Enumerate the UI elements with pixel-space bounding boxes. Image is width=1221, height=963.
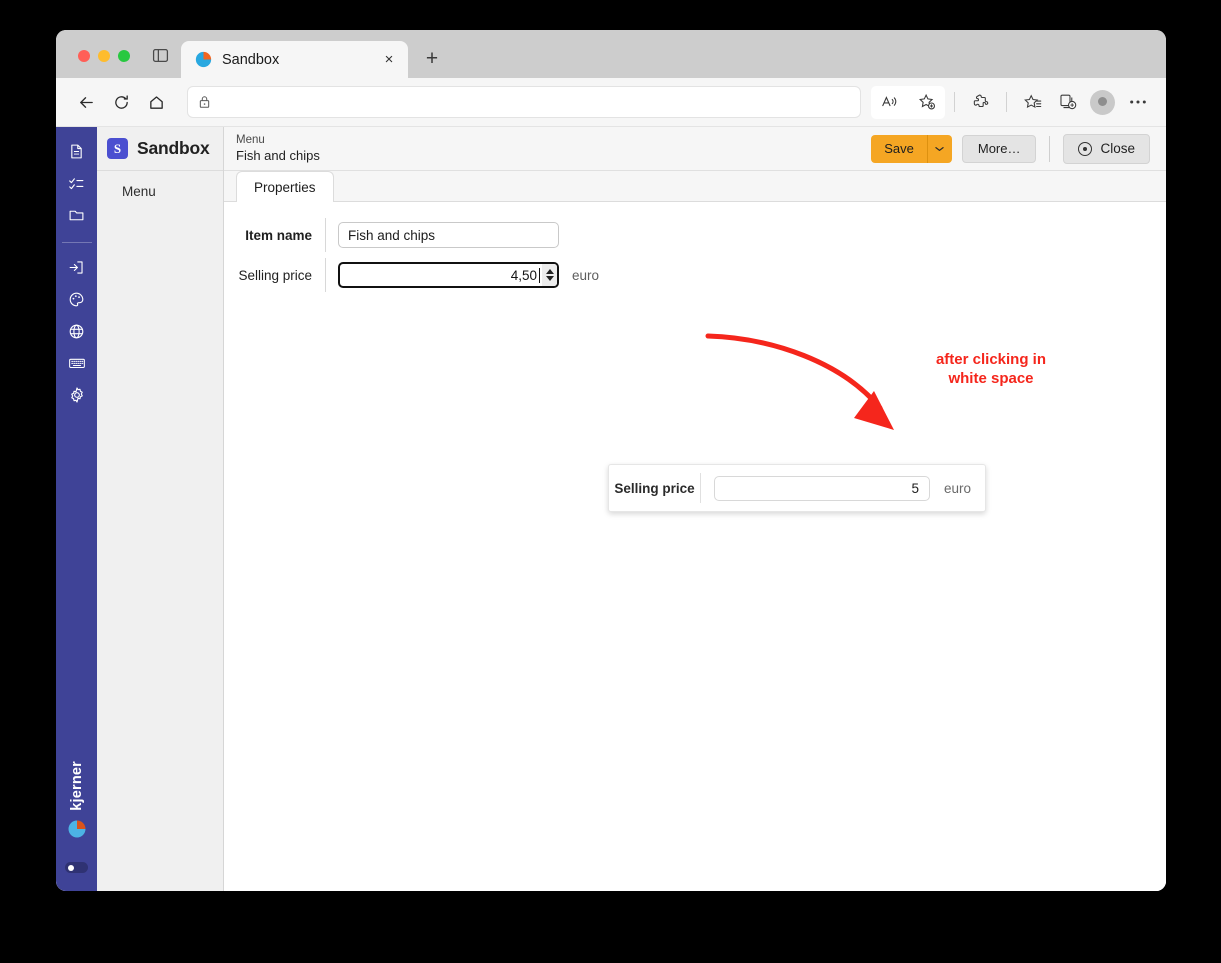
favorites-list-icon[interactable] bbox=[1016, 86, 1049, 119]
close-window-button[interactable] bbox=[78, 50, 90, 62]
breadcrumb-current: Fish and chips bbox=[236, 147, 320, 163]
extensions-icon[interactable] bbox=[964, 86, 997, 119]
close-button[interactable]: Close bbox=[1063, 133, 1150, 164]
close-button-label: Close bbox=[1100, 141, 1135, 156]
popup-value-input[interactable]: 5 bbox=[714, 475, 930, 501]
home-icon[interactable] bbox=[140, 86, 173, 119]
new-tab-button[interactable]: + bbox=[416, 43, 448, 75]
web-application: kjerner S Sandbox Menu Menu Fish and chi… bbox=[56, 127, 1166, 891]
text-cursor bbox=[539, 267, 540, 283]
browser-tab[interactable]: Sandbox × bbox=[181, 41, 408, 78]
browser-tab-bar: Sandbox × + bbox=[56, 30, 1166, 78]
annotation-line-1: after clicking in bbox=[935, 351, 1047, 368]
folder-icon[interactable] bbox=[63, 201, 91, 229]
rail-collapse-toggle[interactable] bbox=[65, 862, 88, 873]
header-actions: Save More… Close bbox=[871, 133, 1150, 164]
pie-chart-favicon bbox=[195, 51, 212, 68]
collections-icon[interactable] bbox=[1051, 86, 1084, 119]
form-divider bbox=[325, 218, 326, 252]
rail-brand: kjerner bbox=[56, 761, 97, 839]
breadcrumb: Menu Fish and chips bbox=[236, 133, 871, 164]
toolbar-divider-2 bbox=[1006, 92, 1007, 112]
browser-tab-title: Sandbox bbox=[222, 51, 280, 68]
address-bar[interactable] bbox=[187, 86, 861, 118]
content-header: Menu Fish and chips Save More… Close bbox=[224, 127, 1166, 171]
stepper-arrows-icon[interactable] bbox=[542, 264, 557, 286]
toggle-knob bbox=[68, 864, 74, 871]
more-button[interactable]: More… bbox=[961, 134, 1037, 163]
lock-icon bbox=[198, 95, 211, 109]
maximize-window-button[interactable] bbox=[118, 50, 130, 62]
selling-price-value: 4,50 bbox=[510, 267, 537, 283]
settings-more-icon[interactable] bbox=[1121, 86, 1154, 119]
popup-divider bbox=[700, 473, 701, 503]
close-tab-icon[interactable]: × bbox=[378, 49, 400, 71]
checklist-icon[interactable] bbox=[63, 169, 91, 197]
browser-window: Sandbox × + kjerner S Sandbox Menu Menu … bbox=[56, 30, 1166, 891]
rail-divider bbox=[61, 242, 92, 243]
tab-properties[interactable]: Properties bbox=[236, 171, 334, 202]
address-bar-actions bbox=[871, 85, 945, 119]
browser-nav-bar bbox=[56, 78, 1166, 891]
read-aloud-icon[interactable] bbox=[873, 86, 906, 119]
reload-icon[interactable] bbox=[105, 86, 138, 119]
app-menu-panel: S Sandbox Menu bbox=[97, 127, 224, 891]
document-icon[interactable] bbox=[63, 137, 91, 165]
item-name-input[interactable] bbox=[338, 222, 559, 248]
brand-mark: S bbox=[107, 138, 128, 159]
item-name-label: Item name bbox=[245, 227, 312, 243]
profile-avatar[interactable] bbox=[1086, 86, 1119, 891]
avatar bbox=[1090, 89, 1115, 891]
curved-arrow-icon bbox=[702, 330, 922, 445]
form-divider bbox=[325, 258, 326, 292]
save-button[interactable]: Save bbox=[871, 134, 927, 163]
form-row-item-name: Item name bbox=[224, 218, 1166, 252]
record-circle-icon bbox=[1078, 141, 1093, 156]
sidebar-item-menu[interactable]: Menu bbox=[97, 171, 223, 211]
popup-unit: euro bbox=[944, 480, 972, 496]
main-content: Menu Fish and chips Save More… Close Pro… bbox=[224, 127, 1166, 891]
selling-price-unit: euro bbox=[572, 267, 600, 283]
gear-icon[interactable] bbox=[63, 381, 91, 409]
save-button-group: Save bbox=[871, 134, 952, 163]
app-icon-rail: kjerner bbox=[56, 127, 97, 891]
properties-form: Item name Selling price 4,50 bbox=[224, 202, 1166, 891]
globe-icon[interactable] bbox=[63, 317, 91, 345]
content-tab-strip: Properties bbox=[224, 171, 1166, 202]
pie-chart-logo bbox=[67, 819, 87, 839]
palette-icon[interactable] bbox=[63, 285, 91, 313]
rail-brand-name: kjerner bbox=[68, 761, 85, 811]
popup-label: Selling price bbox=[614, 480, 695, 496]
selling-price-popup-card: Selling price 5 euro bbox=[608, 464, 986, 512]
back-icon[interactable] bbox=[70, 86, 103, 119]
window-traffic-lights bbox=[56, 50, 140, 78]
header-divider bbox=[1049, 135, 1051, 162]
form-row-selling-price: Selling price 4,50 euro bbox=[224, 258, 1166, 292]
login-icon[interactable] bbox=[63, 253, 91, 281]
annotation-text: after clicking in white space bbox=[896, 351, 1086, 389]
browser-sidebar-toggle-icon[interactable] bbox=[140, 47, 181, 78]
app-brand: S Sandbox bbox=[97, 127, 223, 171]
selling-price-stepper[interactable]: 4,50 bbox=[338, 262, 559, 288]
annotation-line-2: white space bbox=[948, 369, 1034, 387]
minimize-window-button[interactable] bbox=[98, 50, 110, 62]
breadcrumb-parent: Menu bbox=[236, 134, 265, 147]
chevron-down-icon[interactable] bbox=[926, 134, 952, 163]
selling-price-label: Selling price bbox=[238, 267, 312, 283]
brand-name: Sandbox bbox=[137, 138, 210, 158]
toolbar-divider-1 bbox=[954, 92, 955, 112]
keyboard-icon[interactable] bbox=[63, 349, 91, 377]
add-favorite-icon[interactable] bbox=[910, 86, 943, 119]
